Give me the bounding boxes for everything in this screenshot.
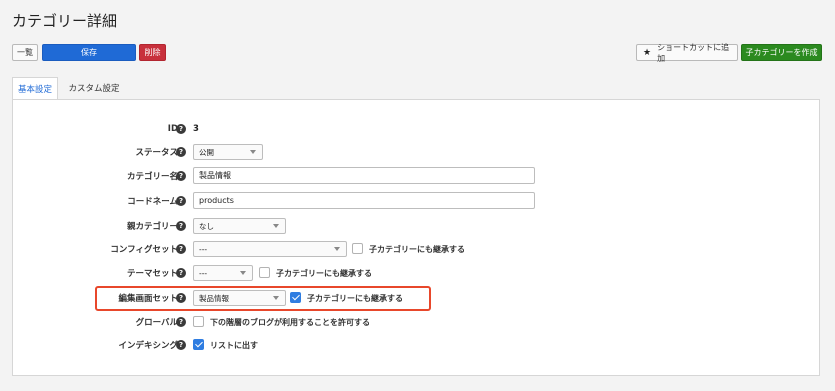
add-shortcut-label: ショートカットに追加: [657, 42, 730, 63]
help-icon[interactable]: ?: [176, 293, 186, 303]
tab-custom-settings[interactable]: カスタム設定: [64, 77, 124, 99]
help-icon[interactable]: ?: [176, 124, 186, 134]
config-inherit-label: 子カテゴリーにも継承する: [369, 244, 465, 254]
parent-category-value: なし: [199, 221, 214, 231]
row-editor: 編集画面セット ? 製品情報 子カテゴリーにも継承する: [13, 289, 819, 307]
row-id: ID ? 3: [13, 120, 819, 138]
editor-inherit-checkbox[interactable]: [290, 292, 301, 303]
config-set-value: ---: [199, 244, 208, 254]
row-code: コードネーム ? products: [13, 192, 819, 210]
create-child-category-button[interactable]: 子カテゴリーを作成: [741, 44, 822, 61]
add-shortcut-button[interactable]: ★ ショートカットに追加: [636, 42, 738, 63]
editor-set-select[interactable]: 製品情報: [193, 290, 286, 306]
help-icon[interactable]: ?: [176, 196, 186, 206]
row-indexing: インデキシング ? リストに出す: [13, 336, 819, 354]
codename-input[interactable]: products: [193, 192, 535, 209]
theme-set-label: テーマセット: [126, 269, 178, 279]
chevron-down-icon: [273, 224, 279, 228]
category-name-label: カテゴリー名: [126, 172, 178, 182]
theme-set-select[interactable]: ---: [193, 265, 253, 281]
row-config: コンフィグセット ? --- 子カテゴリーにも継承する: [13, 240, 819, 258]
help-icon[interactable]: ?: [176, 244, 186, 254]
row-parent: 親カテゴリー ? なし: [13, 217, 819, 235]
theme-inherit-label: 子カテゴリーにも継承する: [276, 268, 372, 278]
editor-inherit-label: 子カテゴリーにも継承する: [307, 293, 403, 303]
codename-label: コードネーム: [127, 197, 178, 207]
star-icon: ★: [643, 47, 652, 58]
chevron-down-icon: [334, 247, 340, 251]
global-checkbox[interactable]: [193, 316, 204, 327]
list-button[interactable]: 一覧: [12, 44, 38, 61]
page-title: カテゴリー詳細: [12, 12, 118, 30]
help-icon[interactable]: ?: [176, 317, 186, 327]
parent-category-select[interactable]: なし: [193, 218, 286, 234]
chevron-down-icon: [273, 296, 279, 300]
status-select-value: 公開: [199, 147, 214, 157]
config-set-label: コンフィグセット: [110, 245, 178, 255]
status-select[interactable]: 公開: [193, 144, 263, 160]
row-global: グローバル ? 下の階層のブログが利用することを許可する: [13, 313, 819, 331]
id-value: 3: [193, 124, 199, 134]
indexing-label: インデキシング: [118, 341, 178, 351]
save-button[interactable]: 保存: [42, 44, 136, 61]
help-icon[interactable]: ?: [176, 340, 186, 350]
config-inherit-checkbox[interactable]: [352, 243, 363, 254]
row-status: ステータス ? 公開: [13, 143, 819, 161]
delete-button[interactable]: 削除: [139, 44, 166, 61]
editor-set-label: 編集画面セット: [118, 294, 178, 304]
chevron-down-icon: [250, 150, 256, 154]
settings-panel: ID ? 3 ステータス ? 公開 カテゴリー名 ? 製品情報 コードネーム ?…: [12, 99, 820, 376]
config-set-select[interactable]: ---: [193, 241, 347, 257]
help-icon[interactable]: ?: [176, 171, 186, 181]
global-checkbox-label: 下の階層のブログが利用することを許可する: [210, 317, 370, 327]
theme-set-value: ---: [199, 268, 208, 278]
theme-inherit-checkbox[interactable]: [259, 267, 270, 278]
row-theme: テーマセット ? --- 子カテゴリーにも継承する: [13, 264, 819, 282]
category-name-input[interactable]: 製品情報: [193, 167, 535, 184]
help-icon[interactable]: ?: [176, 221, 186, 231]
global-label: グローバル: [135, 318, 178, 328]
help-icon[interactable]: ?: [176, 147, 186, 157]
editor-set-value: 製品情報: [199, 293, 229, 303]
status-label: ステータス: [135, 148, 178, 158]
row-name: カテゴリー名 ? 製品情報: [13, 167, 819, 185]
indexing-checkbox-label: リストに出す: [210, 340, 258, 350]
parent-category-label: 親カテゴリー: [126, 222, 178, 232]
tab-basic-settings[interactable]: 基本設定: [12, 77, 58, 99]
indexing-checkbox[interactable]: [193, 339, 204, 350]
chevron-down-icon: [240, 271, 246, 275]
help-icon[interactable]: ?: [176, 268, 186, 278]
